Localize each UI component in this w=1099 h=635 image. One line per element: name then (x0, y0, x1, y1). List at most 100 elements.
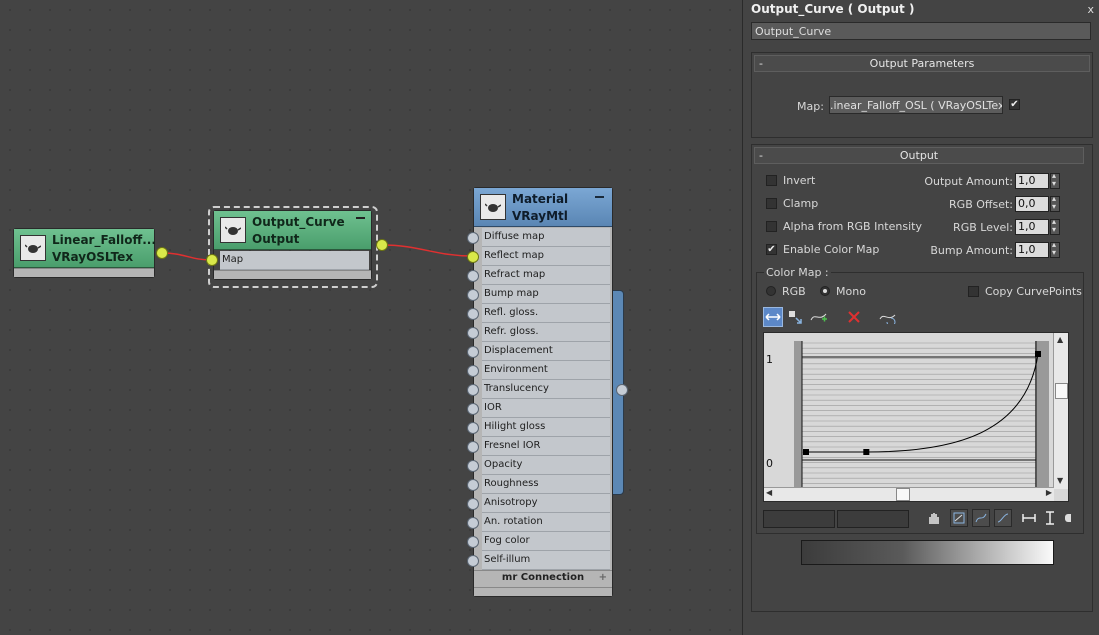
curve-graph[interactable]: 1 0 ▲ ▼ ◀ ▶ (763, 332, 1069, 502)
scroll-right-icon[interactable]: ▶ (1046, 488, 1052, 497)
curve-point[interactable] (863, 449, 870, 455)
slot-item[interactable]: Reflect map (482, 247, 610, 266)
input-socket[interactable] (467, 308, 479, 320)
plus-icon[interactable]: + (599, 571, 607, 585)
input-socket[interactable] (467, 517, 479, 529)
input-socket[interactable] (467, 251, 479, 263)
pan-hand-icon[interactable] (925, 509, 943, 527)
slot-item[interactable]: Hilight gloss (482, 418, 610, 437)
slot-item[interactable]: Refract map (482, 266, 610, 285)
rgb-offset-field[interactable]: 0,0 (1015, 196, 1049, 212)
node-editor-canvas[interactable]: Linear_Falloff... VRayOSLTex Output_Curv… (0, 0, 742, 635)
point-y-field[interactable] (837, 510, 909, 528)
input-socket[interactable] (467, 498, 479, 510)
slot-map[interactable]: Map (220, 251, 369, 270)
mono-radio[interactable] (820, 286, 830, 296)
slot-item[interactable]: Refr. gloss. (482, 323, 610, 342)
slot-item[interactable]: Translucency (482, 380, 610, 399)
wire-falloff-to-output (161, 252, 213, 261)
clamp-checkbox[interactable] (766, 198, 777, 209)
insert-point-icon[interactable] (809, 307, 829, 327)
input-socket[interactable] (467, 346, 479, 358)
close-icon[interactable]: x (1087, 3, 1094, 16)
enable-color-map-checkbox[interactable]: ✔ (766, 244, 777, 255)
zoom-horizontally-icon[interactable] (1020, 509, 1038, 527)
invert-checkbox[interactable] (766, 175, 777, 186)
input-socket[interactable] (467, 441, 479, 453)
input-socket[interactable] (467, 327, 479, 339)
vertical-scroll-thumb[interactable] (1055, 383, 1068, 399)
node-output-curve[interactable]: Output_Curve Output Map (213, 210, 372, 280)
rollout-header[interactable]: - Output Parameters (754, 55, 1090, 72)
scroll-up-icon[interactable]: ▲ (1057, 335, 1063, 344)
slot-item[interactable]: Self-illum (482, 551, 610, 570)
rgb-offset-spinner-arrows[interactable] (1050, 194, 1060, 212)
input-socket[interactable] (467, 422, 479, 434)
rgb-level-spinner-arrows[interactable] (1050, 217, 1060, 235)
horizontal-scrollbar[interactable]: ◀ ▶ (764, 487, 1054, 501)
rgb-radio[interactable] (766, 286, 776, 296)
output-amount-field[interactable]: 1,0 (1015, 173, 1049, 189)
bump-amount-field[interactable]: 1,0 (1015, 242, 1049, 258)
slot-item[interactable]: IOR (482, 399, 610, 418)
input-socket[interactable] (467, 289, 479, 301)
slot-item[interactable]: An. rotation (482, 513, 610, 532)
zoom-vertical-extents-icon[interactable] (994, 509, 1012, 527)
zoom-vertically-icon[interactable] (1041, 509, 1059, 527)
vertical-scrollbar[interactable]: ▲ ▼ (1053, 333, 1068, 489)
input-socket[interactable] (467, 479, 479, 491)
scale-point-icon[interactable] (785, 307, 805, 327)
rollout-header[interactable]: - Output (754, 147, 1084, 164)
delete-point-icon[interactable] (844, 307, 864, 327)
output-socket[interactable] (376, 239, 388, 251)
scroll-left-icon[interactable]: ◀ (766, 488, 772, 497)
rgb-level-field[interactable]: 1,0 (1015, 219, 1049, 235)
node-linear-falloff[interactable]: Linear_Falloff... VRayOSLTex (13, 228, 156, 278)
input-socket-map[interactable] (206, 254, 218, 266)
slot-item[interactable]: Environment (482, 361, 610, 380)
output-socket[interactable] (156, 247, 168, 259)
node-material[interactable]: Material VRayMtl Diffuse map Reflect map R… (473, 187, 613, 597)
slot-item[interactable]: Refl. gloss. (482, 304, 610, 323)
copy-curvepoints-checkbox[interactable] (968, 286, 979, 297)
input-socket[interactable] (467, 365, 479, 377)
zoom-icon[interactable] (1065, 514, 1071, 522)
curve-point[interactable] (803, 449, 809, 455)
slot-item[interactable]: Anisotropy (482, 494, 610, 513)
input-socket[interactable] (467, 384, 479, 396)
bump-amount-spinner-arrows[interactable] (1050, 240, 1060, 258)
output-socket[interactable] (616, 384, 628, 396)
input-socket[interactable] (467, 536, 479, 548)
mr-connection-footer[interactable]: mr Connection + (474, 570, 612, 585)
collapse-icon[interactable]: - (759, 56, 763, 71)
input-socket[interactable] (467, 555, 479, 567)
collapse-icon[interactable] (595, 196, 604, 198)
slot-item[interactable]: Roughness (482, 475, 610, 494)
collapse-icon[interactable]: - (759, 148, 763, 163)
slot-item[interactable]: Opacity (482, 456, 610, 475)
output-amount-spinner-arrows[interactable] (1050, 171, 1060, 189)
slot-item[interactable]: Fog color (482, 532, 610, 551)
map-button[interactable]: .inear_Falloff_OSL ( VRayOSLTex ) (829, 96, 1003, 114)
collapse-icon[interactable] (356, 217, 365, 219)
map-enabled-checkbox[interactable]: ✔ (1009, 99, 1020, 110)
zoom-horizontal-extents-icon[interactable] (972, 509, 990, 527)
input-socket[interactable] (467, 460, 479, 472)
move-point-icon[interactable] (763, 307, 783, 327)
input-socket[interactable] (467, 232, 479, 244)
horizontal-scroll-thumb[interactable] (896, 488, 910, 501)
point-x-field[interactable] (763, 510, 835, 528)
curve-point[interactable] (1035, 351, 1041, 357)
rgb-level-label: RGB Level: (953, 221, 1013, 234)
node-name-field[interactable]: Output_Curve (751, 22, 1091, 40)
slot-item[interactable]: Fresnel IOR (482, 437, 610, 456)
reset-curve-icon[interactable] (878, 307, 898, 327)
alpha-from-rgb-checkbox[interactable] (766, 221, 777, 232)
slot-item[interactable]: Displacement (482, 342, 610, 361)
input-socket[interactable] (467, 403, 479, 415)
input-socket[interactable] (467, 270, 479, 282)
scroll-down-icon[interactable]: ▼ (1057, 476, 1063, 485)
zoom-extents-icon[interactable] (950, 509, 968, 527)
slot-item[interactable]: Diffuse map (482, 228, 610, 247)
slot-item[interactable]: Bump map (482, 285, 610, 304)
